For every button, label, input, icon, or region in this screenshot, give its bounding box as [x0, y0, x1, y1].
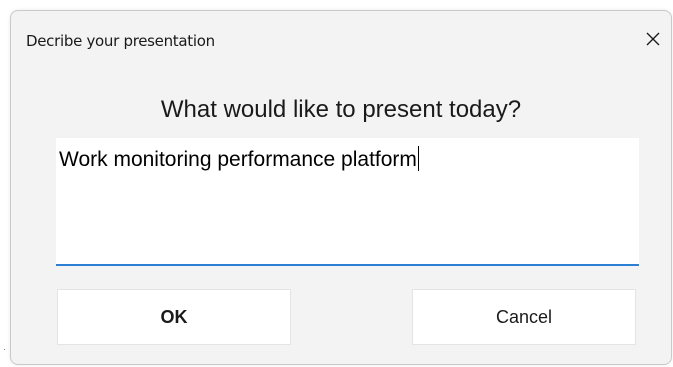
prompt-label: What would like to present today?	[160, 96, 522, 123]
ok-button[interactable]: OK	[57, 289, 291, 345]
close-icon	[646, 32, 660, 46]
cancel-button[interactable]: Cancel	[412, 289, 636, 345]
text-caret	[417, 146, 419, 171]
input-text: Work monitoring performance platform	[59, 148, 417, 171]
presentation-description-input[interactable]: Work monitoring performance platform	[56, 138, 639, 266]
decorative-dot	[4, 349, 5, 350]
dialog-title: Decribe your presentation	[26, 32, 215, 50]
presentation-dialog: Decribe your presentation What would lik…	[10, 10, 672, 365]
close-button[interactable]	[639, 25, 667, 53]
dialog-titlebar: Decribe your presentation	[11, 11, 671, 65]
